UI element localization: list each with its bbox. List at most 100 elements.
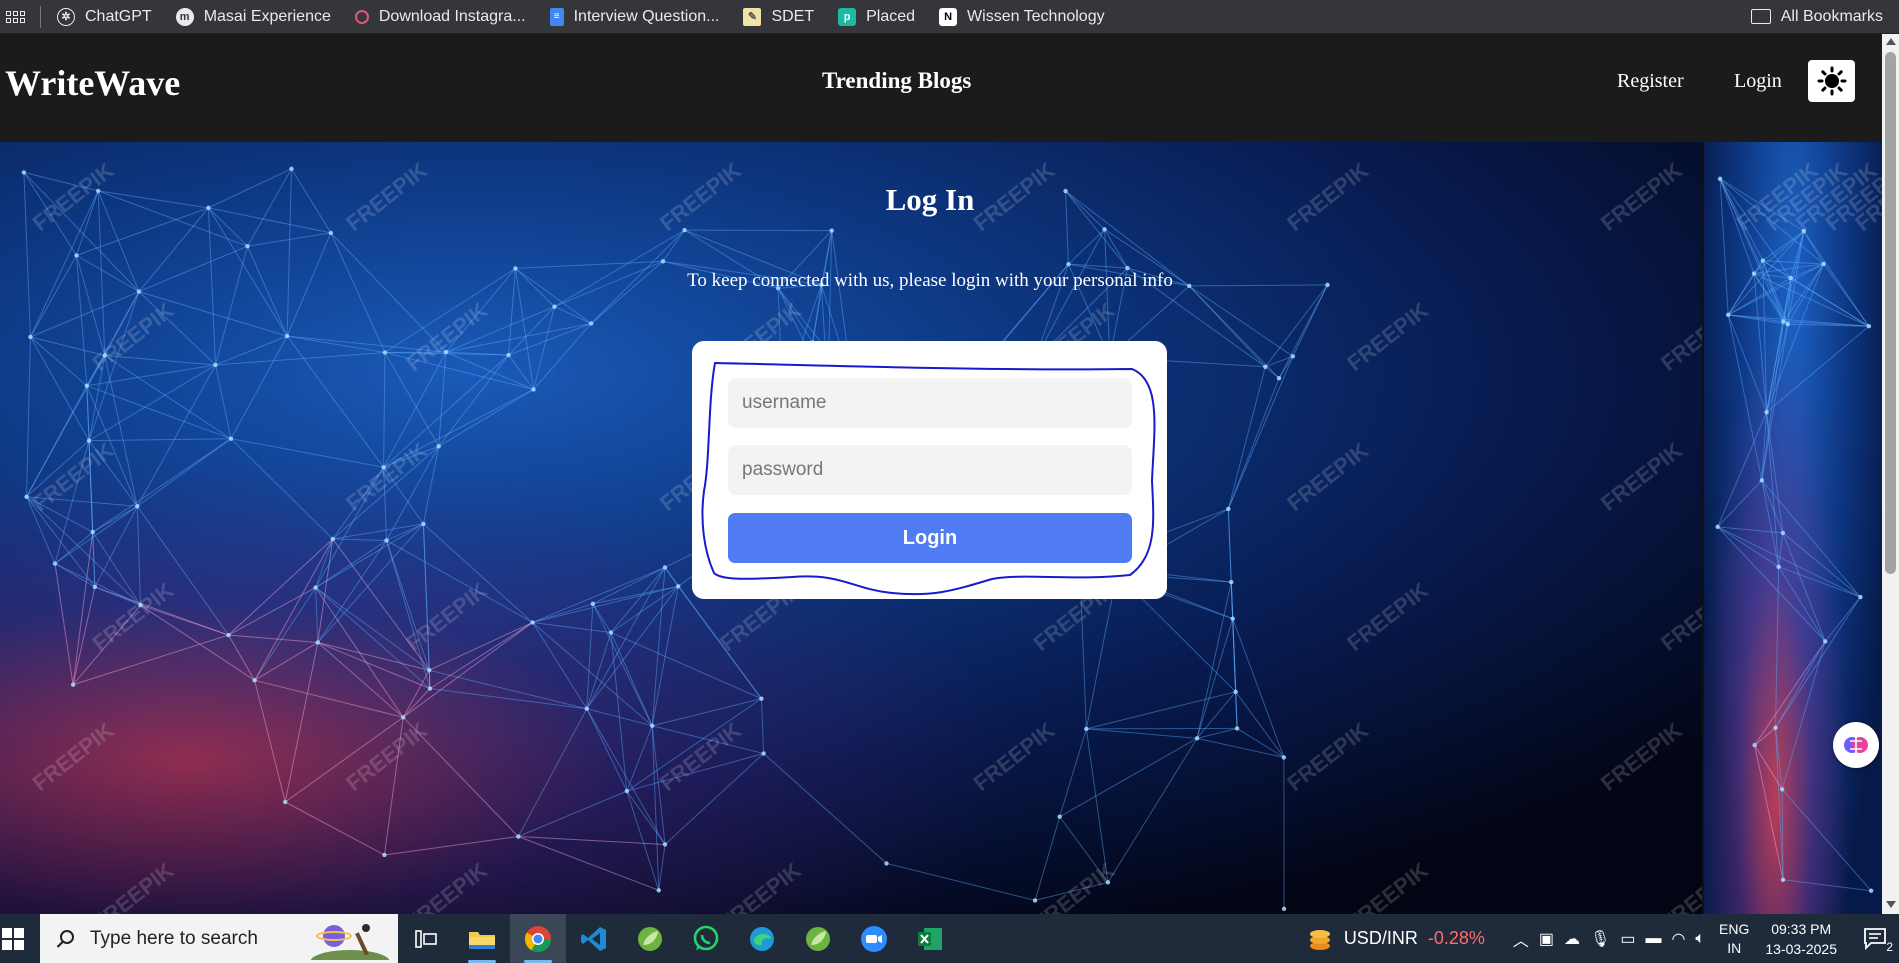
network-node xyxy=(662,565,668,570)
excel-button[interactable] xyxy=(902,914,958,963)
bookmark-download-instagram[interactable]: Download Instagra... xyxy=(354,8,526,26)
chrome-button[interactable] xyxy=(510,914,566,963)
docs-icon: ≡ xyxy=(549,7,564,26)
trending-blogs-link[interactable]: Trending Blogs xyxy=(822,68,971,94)
apps-grid-icon[interactable] xyxy=(4,6,26,28)
spring-tool-2-button[interactable] xyxy=(790,914,846,963)
battery-icon[interactable]: ▬ xyxy=(1645,930,1661,948)
zoom-button[interactable] xyxy=(846,914,902,963)
network-line xyxy=(1727,314,1763,481)
brain-extension-button[interactable] xyxy=(1833,722,1879,768)
stock-ticker[interactable]: USD/INR -0.28% xyxy=(1306,926,1485,952)
scroll-up-icon[interactable] xyxy=(1886,38,1896,45)
bookmark-placed[interactable]: p Placed xyxy=(838,7,915,26)
network-line xyxy=(1196,691,1237,739)
network-line xyxy=(284,801,385,856)
network-line xyxy=(1235,691,1285,758)
theme-toggle-button[interactable] xyxy=(1808,60,1855,102)
network-line xyxy=(214,364,232,439)
all-bookmarks[interactable]: All Bookmarks xyxy=(1750,8,1883,26)
network-node xyxy=(436,444,441,449)
network-node xyxy=(676,584,681,589)
sun-icon xyxy=(1817,66,1846,96)
login-hero: FREEPIK FREEPIK FREEPIK FREEPIK FREEPIK FREEP… xyxy=(0,142,1882,914)
network-line xyxy=(386,540,431,689)
network-line xyxy=(651,725,660,891)
wifi-icon[interactable]: ◠ xyxy=(1671,929,1685,949)
network-line xyxy=(30,336,90,441)
page-scrollbar[interactable] xyxy=(1882,34,1899,914)
network-line xyxy=(1196,581,1232,739)
network-line xyxy=(284,642,319,803)
network-line xyxy=(88,364,216,442)
bookmark-chatgpt[interactable]: ✲ ChatGPT xyxy=(57,7,152,26)
username-input[interactable] xyxy=(728,378,1132,428)
network-line xyxy=(515,260,664,269)
language-indicator[interactable]: ENG IN xyxy=(1719,920,1749,958)
display-icon[interactable]: ▭ xyxy=(1620,929,1635,949)
network-line xyxy=(1104,229,1111,358)
network-line xyxy=(1823,263,1870,327)
network-node xyxy=(584,706,589,711)
password-input[interactable] xyxy=(728,445,1132,495)
network-node xyxy=(330,536,335,542)
network-line xyxy=(763,753,887,864)
network-node xyxy=(427,668,432,673)
network-node xyxy=(649,723,655,728)
network-node xyxy=(289,166,294,172)
start-button[interactable] xyxy=(0,914,38,963)
network-line xyxy=(592,603,653,726)
network-node xyxy=(1866,324,1872,329)
edge-button[interactable] xyxy=(734,914,790,963)
watermark-text: FREEPIK xyxy=(401,857,492,914)
network-node xyxy=(226,632,231,638)
scroll-down-icon[interactable] xyxy=(1886,901,1896,908)
network-node xyxy=(427,686,433,691)
network-node xyxy=(90,529,95,535)
ticker-name: USD/INR xyxy=(1343,928,1418,948)
task-view-button[interactable] xyxy=(398,914,454,963)
cloud-icon[interactable]: ☁ xyxy=(1564,929,1580,949)
watermark-text: FREEPIK xyxy=(969,717,1060,795)
network-line xyxy=(1717,526,1779,568)
bookmark-sdet[interactable]: ✎ SDET xyxy=(743,7,814,26)
taskbar-search[interactable]: Type here to search xyxy=(40,914,398,963)
bookmark-masai[interactable]: m Masai Experience xyxy=(175,7,331,26)
microphone-icon[interactable]: 🎙︎ xyxy=(1590,929,1610,949)
login-button[interactable]: Login xyxy=(728,513,1132,563)
network-line xyxy=(1766,263,1825,413)
network-line xyxy=(626,790,666,845)
chevron-up-icon[interactable]: ︿ xyxy=(1513,927,1529,951)
login-link[interactable]: Login xyxy=(1734,70,1782,93)
network-line xyxy=(54,563,74,685)
network-line xyxy=(230,438,384,468)
bookmark-wissen[interactable]: N Wissen Technology xyxy=(939,7,1105,26)
speaker-icon[interactable]: 🔈︎ xyxy=(1695,930,1705,948)
network-node xyxy=(1276,375,1282,381)
network-node xyxy=(1717,176,1723,181)
brand-logo[interactable]: WriteWave xyxy=(5,62,180,104)
network-line xyxy=(518,836,659,891)
notification-center-button[interactable]: 2 xyxy=(1859,922,1893,956)
bookmark-label: Wissen Technology xyxy=(967,7,1105,25)
network-node xyxy=(1290,354,1296,359)
file-explorer-button[interactable] xyxy=(454,914,510,963)
clock[interactable]: 09:33 PM 13-03-2025 xyxy=(1765,919,1837,959)
network-line xyxy=(1775,596,1861,729)
whatsapp-button[interactable] xyxy=(678,914,734,963)
network-line xyxy=(383,352,386,468)
network-node xyxy=(590,601,596,606)
network-line xyxy=(54,563,96,588)
spring-tool-button[interactable] xyxy=(622,914,678,963)
scrollbar-thumb[interactable] xyxy=(1885,52,1896,574)
camera-icon[interactable]: ▣ xyxy=(1539,929,1554,949)
register-link[interactable]: Register xyxy=(1617,70,1684,93)
network-line xyxy=(136,364,216,507)
excel-icon xyxy=(918,927,942,950)
watermark-text: FREEPIK xyxy=(715,857,806,914)
network-node xyxy=(829,228,834,233)
network-node xyxy=(1752,742,1757,748)
bookmark-interview-questions[interactable]: ≡ Interview Question... xyxy=(549,7,719,26)
vscode-button[interactable] xyxy=(566,914,622,963)
notes-icon: ✎ xyxy=(743,7,762,26)
